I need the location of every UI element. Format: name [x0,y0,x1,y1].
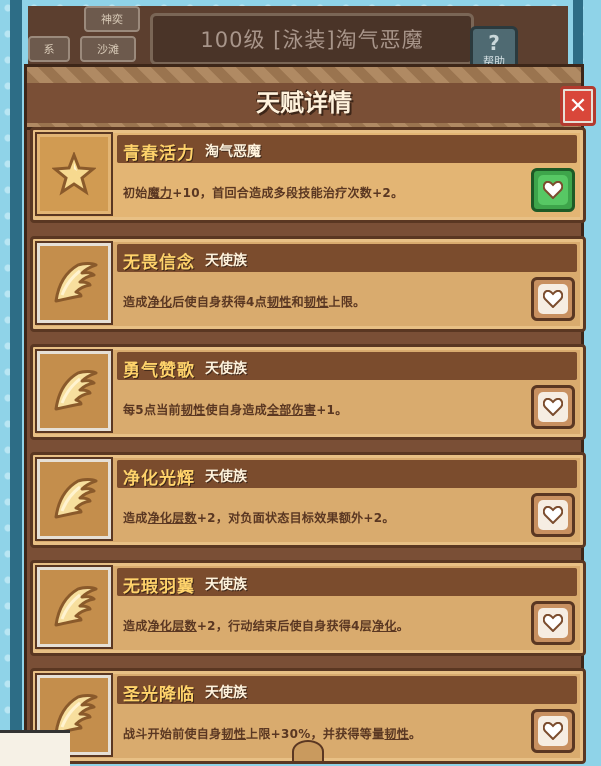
talent-description: 战斗开始前使自身韧性上限+30%，并获得等量韧性。 [123,727,422,741]
wing-icon [35,349,113,433]
talent-description: 初始魔力+10，首回合造成多段技能治疗次数+2。 [123,186,404,200]
talent-tribe: 天使族 [205,685,247,701]
heart-icon [538,608,568,638]
tab-shenyi[interactable]: 神奕 [84,6,140,32]
talent-card: 净化光辉 天使族造成净化层数+2，对负面状态目标效果额外+2。 [30,452,586,548]
favorite-button[interactable] [531,168,575,212]
talent-tribe: 淘气恶魔 [205,144,261,160]
talent-tribe: 天使族 [205,469,247,485]
wing-icon [35,457,113,541]
favorite-button[interactable] [531,601,575,645]
close-icon: ✕ [565,91,591,121]
talent-card: 无瑕羽翼 天使族造成净化层数+2，行动结束后使自身获得4层净化。 [30,560,586,656]
panel-title: 天赋详情 [27,83,581,123]
tab-beach[interactable]: 沙滩 [80,36,136,62]
talent-description: 造成净化层数+2，对负面状态目标效果额外+2。 [123,511,395,525]
close-button[interactable]: ✕ [560,86,596,126]
wing-icon [35,241,113,325]
talent-card: 无畏信念 天使族造成净化后使自身获得4点韧性和韧性上限。 [30,236,586,332]
talent-name: 圣光降临 [123,685,195,705]
talent-description: 造成净化后使自身获得4点韧性和韧性上限。 [123,295,366,309]
favorite-button[interactable] [531,277,575,321]
heart-icon [538,500,568,530]
heart-icon [538,392,568,422]
talent-name: 勇气赞歌 [123,361,195,381]
left-frame-border [10,0,22,763]
scroll-knob [292,740,324,763]
talent-description: 造成净化层数+2，行动结束后使自身获得4层净化。 [123,619,409,633]
talent-name: 净化光辉 [123,469,195,489]
favorite-button[interactable] [531,493,575,537]
favorite-button[interactable] [531,385,575,429]
talent-tribe: 天使族 [205,253,247,269]
question-icon: ? [488,31,500,55]
talent-name: 无畏信念 [123,253,195,273]
talent-name: 无瑕羽翼 [123,577,195,597]
star-icon [35,132,113,216]
tab-xi[interactable]: 系 [28,36,70,62]
heart-icon [538,175,568,205]
talent-description: 每5点当前韧性使自身造成全部伤害+1。 [123,403,348,417]
talent-tribe: 天使族 [205,361,247,377]
talent-card: 勇气赞歌 天使族每5点当前韧性使自身造成全部伤害+1。 [30,344,586,440]
talent-tribe: 天使族 [205,577,247,593]
character-level-title: 100级 [泳装]淘气恶魔 [150,13,474,65]
corner-decoration [0,730,70,766]
heart-icon [538,284,568,314]
heart-icon [538,716,568,746]
wing-icon [35,565,113,649]
talent-card: 青春活力 淘气恶魔初始魔力+10，首回合造成多段技能治疗次数+2。 [30,127,586,223]
talent-name: 青春活力 [123,144,195,164]
favorite-button[interactable] [531,709,575,753]
